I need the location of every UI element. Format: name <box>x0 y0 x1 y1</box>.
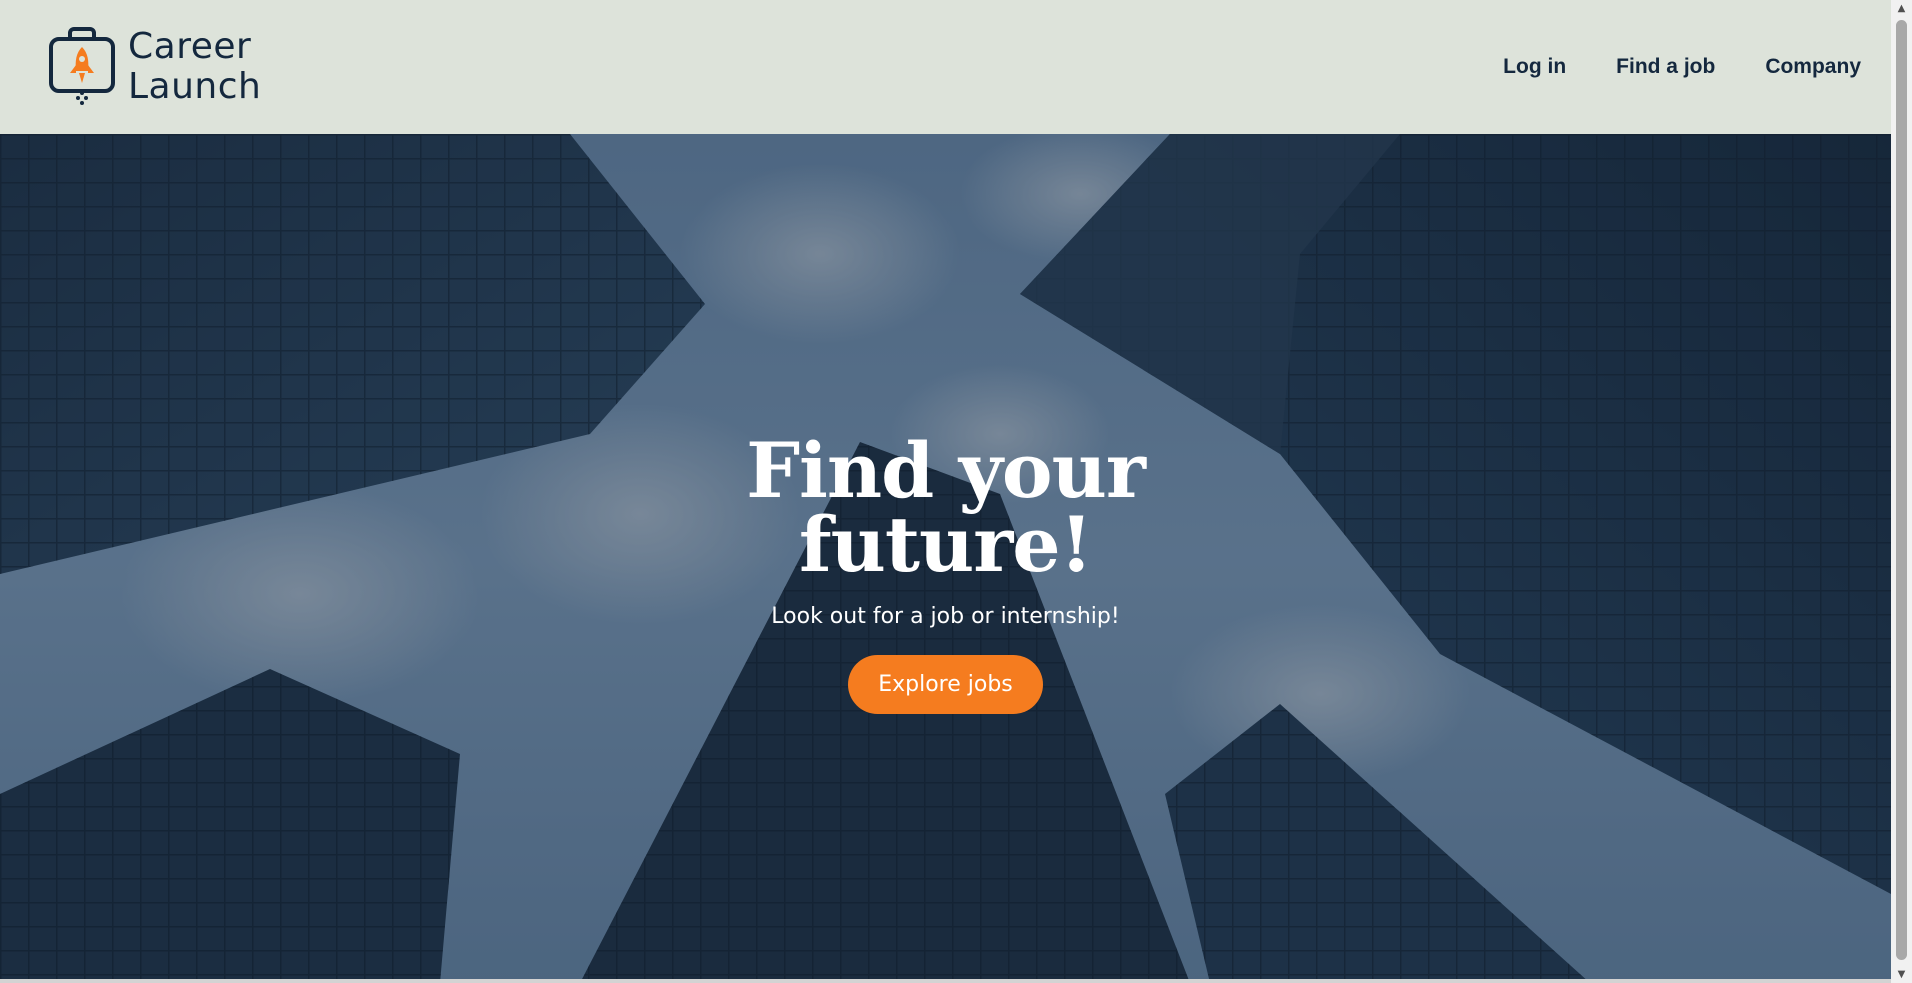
hero-section: Find your future! Look out for a job or … <box>0 134 1891 983</box>
nav-find-job-link[interactable]: Find a job <box>1616 55 1715 79</box>
hero-subtitle: Look out for a job or internship! <box>771 604 1120 629</box>
brand-name-line2: Launch <box>128 66 262 107</box>
hero-title: Find your future! <box>0 426 1891 589</box>
scroll-up-arrow-icon[interactable]: ▲ <box>1891 0 1912 17</box>
site-header: Career Launch Log in Find a job Company <box>0 0 1891 134</box>
nav-company-link[interactable]: Company <box>1765 55 1861 79</box>
nav-login-link[interactable]: Log in <box>1503 55 1566 79</box>
brand-logo[interactable]: Career Launch <box>48 27 261 107</box>
main-nav: Log in Find a job Company <box>1453 55 1861 79</box>
brand-name-line1: Career <box>128 26 252 67</box>
page: Career Launch Log in Find a job Company <box>0 0 1891 983</box>
hero-title-line2: future! <box>798 500 1093 589</box>
vertical-scrollbar[interactable]: ▲ ▼ <box>1891 0 1912 983</box>
brand-name: Career Launch <box>128 27 261 107</box>
hero-content: Find your future! Look out for a job or … <box>0 426 1891 714</box>
explore-jobs-button[interactable]: Explore jobs <box>848 655 1043 714</box>
briefcase-rocket-icon <box>49 27 115 105</box>
window-bottom-edge <box>0 979 1891 983</box>
hero-title-line1: Find your <box>746 426 1146 515</box>
scroll-down-arrow-icon[interactable]: ▼ <box>1891 966 1912 983</box>
scrollbar-thumb[interactable] <box>1896 20 1907 960</box>
